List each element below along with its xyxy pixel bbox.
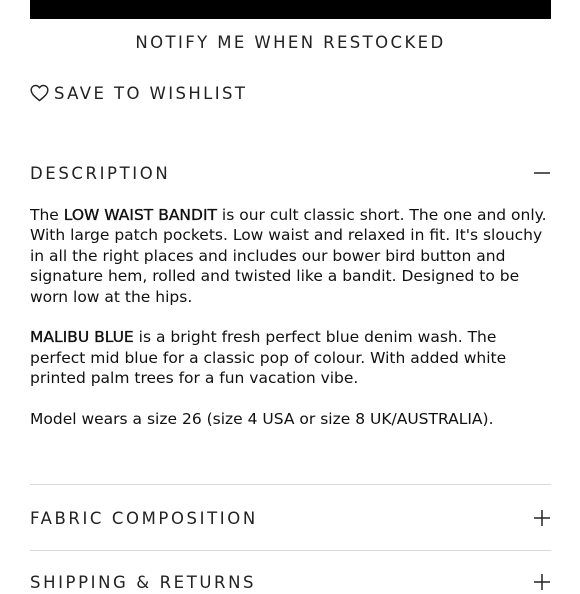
- plus-icon[interactable]: [533, 509, 551, 527]
- description-title: DESCRIPTION: [30, 163, 171, 183]
- divider: [30, 484, 551, 485]
- shipping-title: SHIPPING & RETURNS: [30, 572, 257, 592]
- wishlist-label: SAVE TO WISHLIST: [54, 83, 248, 103]
- product-name: LOW WAIST BANDIT: [63, 206, 218, 224]
- heart-outline-icon: [30, 84, 49, 102]
- plus-icon[interactable]: [533, 573, 551, 591]
- add-to-cart-bar[interactable]: [30, 0, 551, 19]
- save-to-wishlist-button[interactable]: SAVE TO WISHLIST: [30, 82, 247, 104]
- minus-icon[interactable]: [533, 164, 551, 182]
- shipping-accordion-header[interactable]: SHIPPING & RETURNS: [30, 570, 551, 594]
- notify-restock-button[interactable]: NOTIFY ME WHEN RESTOCKED: [30, 33, 551, 55]
- fabric-accordion-header[interactable]: FABRIC COMPOSITION: [30, 506, 551, 530]
- paragraph-text: The: [30, 206, 64, 224]
- description-body: The LOW WAIST BANDIT is our cult classic…: [30, 205, 551, 450]
- description-paragraph-3: Model wears a size 26 (size 4 USA or siz…: [30, 410, 494, 429]
- divider: [30, 550, 551, 551]
- description-paragraph-2: MALIBU BLUE is a bright fresh perfect bl…: [30, 327, 551, 388]
- description-accordion-header[interactable]: DESCRIPTION: [30, 161, 551, 185]
- fabric-title: FABRIC COMPOSITION: [30, 508, 258, 528]
- color-name: MALIBU BLUE: [30, 328, 134, 347]
- description-paragraph-1: The LOW WAIST BANDIT is our cult classic…: [30, 205, 551, 307]
